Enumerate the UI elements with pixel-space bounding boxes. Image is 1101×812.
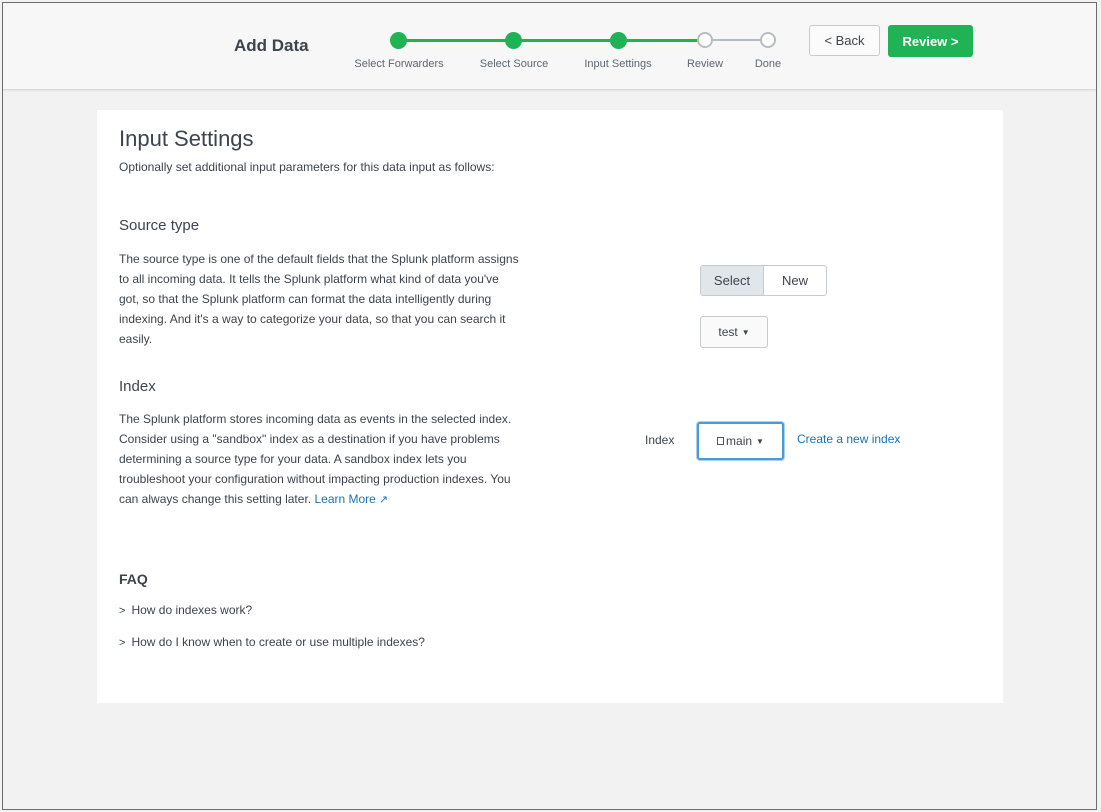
step-connector [405,39,508,42]
step-dot-select-forwarders [390,32,407,49]
step-label-select-forwarders: Select Forwarders [354,58,444,70]
faq-heading: FAQ [119,571,148,587]
caret-down-icon: ▼ [756,436,764,446]
step-label-input-settings: Input Settings [584,58,652,70]
index-description: The Splunk platform stores incoming data… [119,409,519,510]
step-label-review: Review [686,58,724,70]
caret-down-icon: ▼ [741,327,750,337]
input-settings-panel: Input Settings Optionally set additional… [97,110,1003,703]
source-type-heading: Source type [119,217,200,234]
step-dot-done [760,32,776,48]
page-subtitle: Optionally set additional input paramete… [119,160,495,174]
source-type-dropdown[interactable]: test ▼ [700,316,768,348]
new-toggle-button[interactable]: New [764,266,826,295]
step-connector [627,39,700,42]
faq-item-label: How do indexes work? [131,603,253,617]
index-value: main [726,434,753,448]
step-label-done: Done [754,58,782,70]
learn-more-label: Learn More [314,492,376,506]
step-dot-select-source [505,32,522,49]
page-title: Input Settings [119,126,254,151]
external-link-icon: ↗ [378,494,389,506]
faq-item-multiple-indexes[interactable]: > How do I know when to create or use mul… [119,635,425,649]
faq-item-how-indexes-work[interactable]: > How do indexes work? [119,603,252,617]
source-type-value: test [718,325,738,339]
step-dot-review [697,32,713,48]
source-type-mode-toggle: Select New [700,265,827,296]
step-label-select-source: Select Source [479,58,549,70]
index-heading: Index [119,378,156,395]
review-button[interactable]: Review > [888,25,973,57]
create-new-index-link[interactable]: Create a new index [797,432,900,446]
source-type-description: The source type is one of the default fi… [119,252,519,346]
chevron-right-icon: > [119,605,126,617]
step-connector [713,39,761,41]
index-dropdown[interactable]: main ▼ [697,422,784,460]
app-window: Add Data Select Forwarders Select Source… [2,2,1097,810]
chevron-right-icon: > [119,637,126,649]
select-toggle-button[interactable]: Select [701,266,764,295]
step-dot-input-settings [610,32,627,49]
back-button[interactable]: < Back [809,25,880,56]
step-connector [520,39,615,42]
faq-item-label: How do I know when to create or use mult… [131,635,425,649]
database-icon [717,437,725,445]
index-field-label: Index [645,433,675,447]
learn-more-link[interactable]: Learn More ↗ [314,492,388,506]
wizard-header: Add Data Select Forwarders Select Source… [3,3,1096,90]
